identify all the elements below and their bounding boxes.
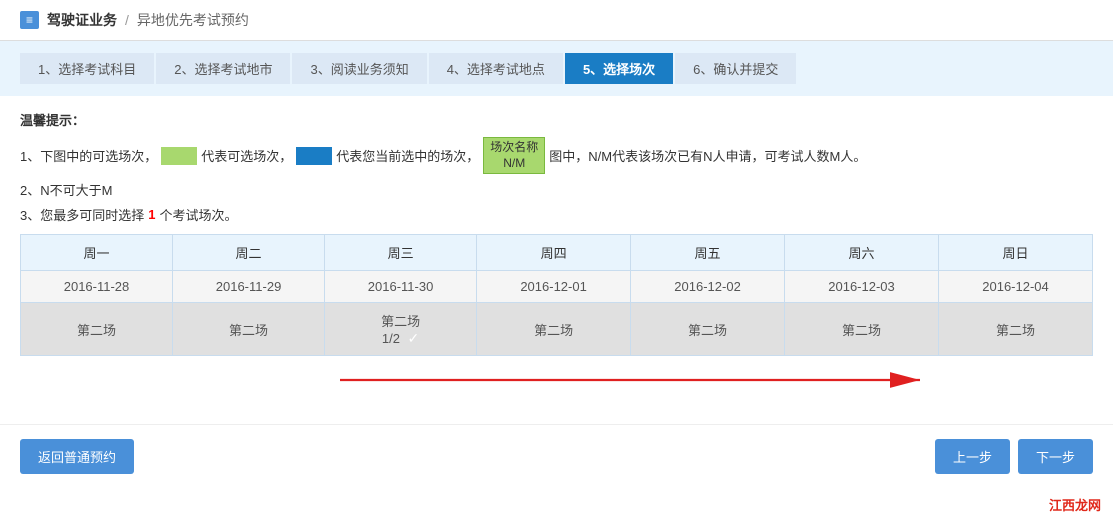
prev-button[interactable]: 上一步 [935,439,1010,474]
slot-fri[interactable]: 第二场 [631,303,785,356]
header-icon: ≡ [20,11,39,29]
col-tue: 周二 [173,235,325,271]
calendar-table: 周一 周二 周三 周四 周五 周六 周日 2016-11-28 2016-11-… [20,234,1093,356]
col-wed: 周三 [325,235,477,271]
badge-label-example: 场次名称N/M [483,137,545,174]
steps-bar: 1、选择考试科目 2、选择考试地市 3、阅读业务须知 4、选择考试地点 5、选择… [0,41,1113,96]
slot-thu[interactable]: 第二场 [477,303,631,356]
slot-tue[interactable]: 第二场 [173,303,325,356]
date-mon: 2016-11-28 [21,271,173,303]
badge-blue-selected [296,147,332,165]
step-6[interactable]: 6、确认并提交 [675,53,796,84]
step-1[interactable]: 1、选择考试科目 [20,53,154,84]
date-fri: 2016-12-02 [631,271,785,303]
return-button[interactable]: 返回普通预约 [20,439,134,474]
col-mon: 周一 [21,235,173,271]
date-thu: 2016-12-01 [477,271,631,303]
date-tue: 2016-11-29 [173,271,325,303]
max-slots-number: 1 [148,207,155,222]
date-wed: 2016-11-30 [325,271,477,303]
date-row: 2016-11-28 2016-11-29 2016-11-30 2016-12… [21,271,1093,303]
watermark: 江西龙网 [1045,494,1105,515]
header: ≡ 驾驶证业务 / 异地优先考试预约 [0,0,1113,41]
slot-row: 第二场 第二场 第二场1/2 ✓ 第二场 第二场 第二场 第二场 [21,303,1093,356]
slot-sun[interactable]: 第二场 [939,303,1093,356]
content-area: 温馨提示： 1、下图中的可选场次， 代表可选场次， 代表您当前选中的场次， 场次… [0,96,1113,414]
red-arrow-icon [340,365,940,395]
header-sep: / [125,12,129,28]
step-2[interactable]: 2、选择考试地市 [156,53,290,84]
tips-title: 温馨提示： [20,110,1093,129]
bottom-bar: 返回普通预约 上一步 下一步 [0,424,1113,488]
col-sun: 周日 [939,235,1093,271]
checkmark-icon: ✓ [408,330,420,346]
page-wrapper: ≡ 驾驶证业务 / 异地优先考试预约 1、选择考试科目 2、选择考试地市 3、阅… [0,0,1113,519]
tip-row-3: 3、您最多可同时选择 1 个考试场次。 [20,205,1093,224]
col-thu: 周四 [477,235,631,271]
date-sun: 2016-12-04 [939,271,1093,303]
arrow-container [20,360,1093,400]
tip-row-1: 1、下图中的可选场次， 代表可选场次， 代表您当前选中的场次， 场次名称N/M … [20,137,1093,174]
header-subtitle: 异地优先考试预约 [137,10,249,30]
next-button[interactable]: 下一步 [1018,439,1093,474]
slot-sat[interactable]: 第二场 [785,303,939,356]
col-fri: 周五 [631,235,785,271]
slot-mon[interactable]: 第二场 [21,303,173,356]
header-title: 驾驶证业务 [47,10,117,30]
date-sat: 2016-12-03 [785,271,939,303]
step-5[interactable]: 5、选择场次 [565,53,673,84]
step-3[interactable]: 3、阅读业务须知 [292,53,426,84]
calendar-header-row: 周一 周二 周三 周四 周五 周六 周日 [21,235,1093,271]
slot-wed-selected[interactable]: 第二场1/2 ✓ [325,303,477,356]
step-4[interactable]: 4、选择考试地点 [429,53,563,84]
tip-row-2: 2、N不可大于M [20,180,1093,199]
badge-green-available [161,147,197,165]
col-sat: 周六 [785,235,939,271]
